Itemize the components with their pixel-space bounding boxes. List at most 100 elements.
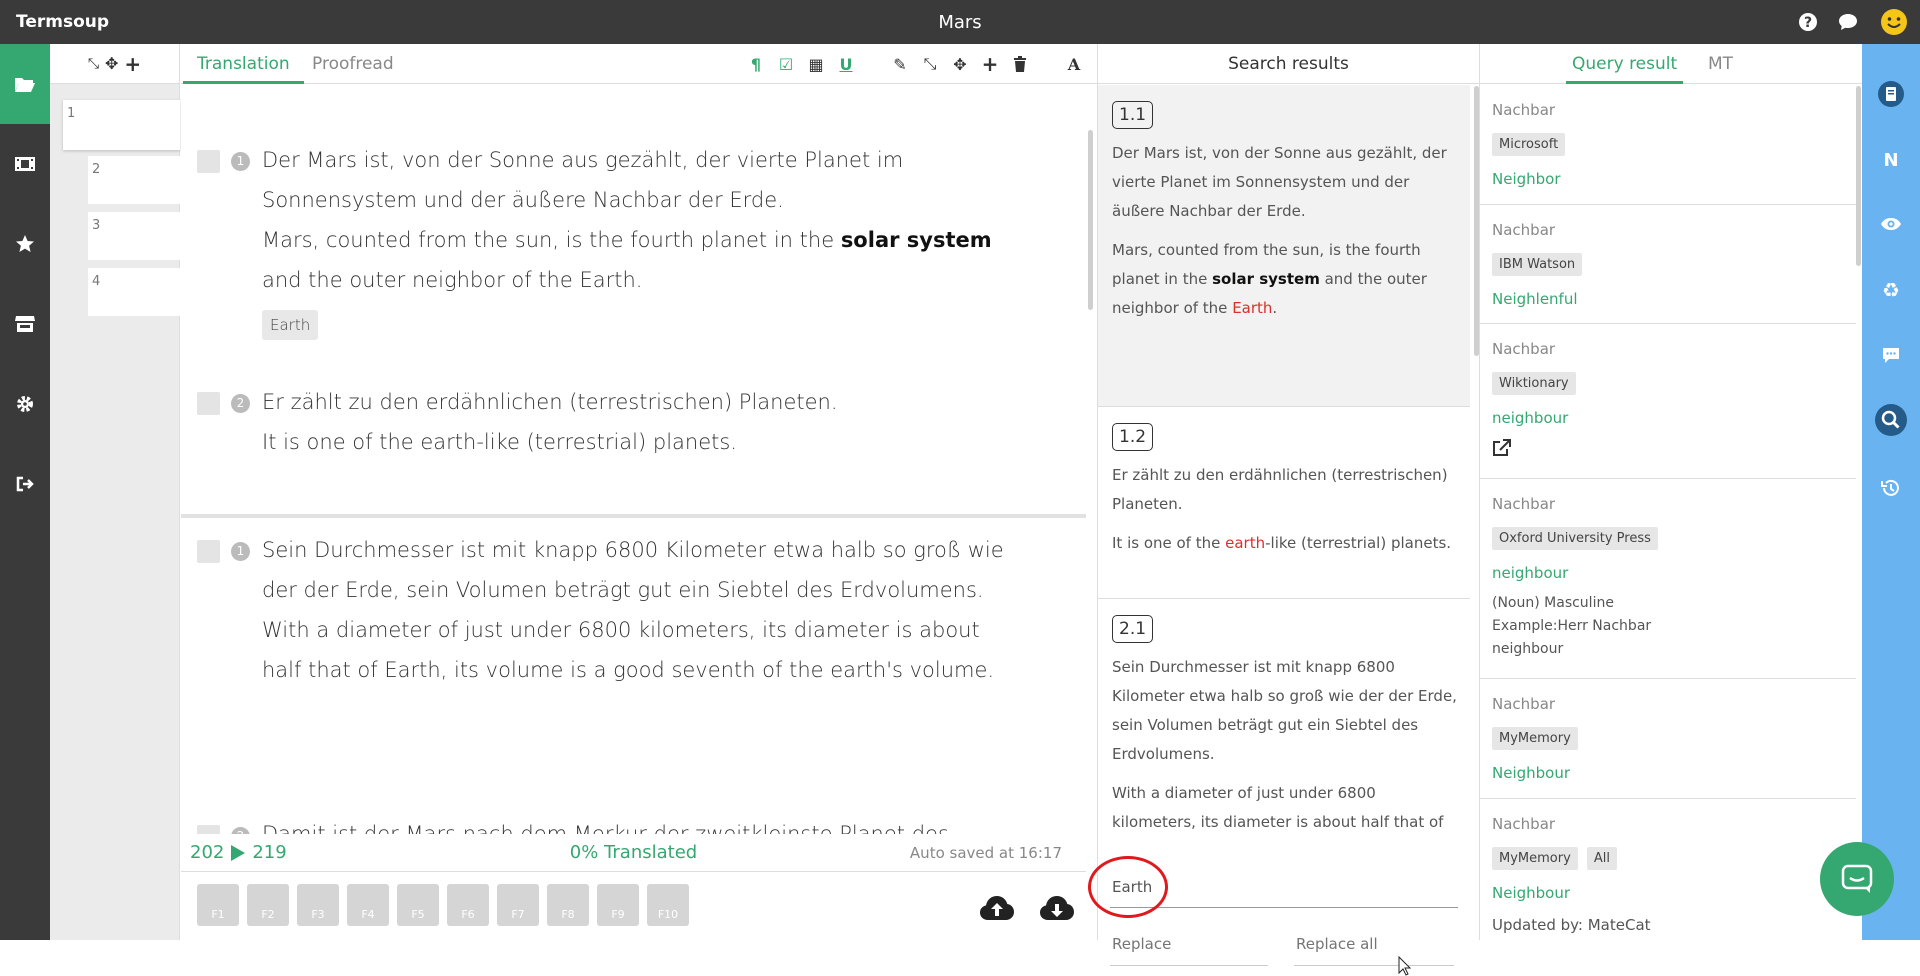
f6-button[interactable]: F6 bbox=[447, 884, 489, 926]
f2-button[interactable]: F2 bbox=[247, 884, 289, 926]
editor-scrollbar[interactable] bbox=[1088, 130, 1093, 310]
f3-button[interactable]: F3 bbox=[297, 884, 339, 926]
help-icon[interactable]: ? bbox=[1796, 10, 1820, 34]
replace-all-input[interactable] bbox=[1294, 922, 1454, 966]
segment-checkbox[interactable] bbox=[197, 392, 220, 415]
search-result[interactable]: 2.1 Sein Durchmesser ist mit knapp 6800 … bbox=[1098, 599, 1470, 852]
segment-checkbox[interactable] bbox=[197, 150, 220, 173]
segment-thumb[interactable]: 3 bbox=[88, 212, 180, 260]
compress-icon[interactable]: ⤡ bbox=[88, 56, 99, 72]
replace-input[interactable] bbox=[1110, 922, 1268, 966]
result-target-text: -like (terrestrial) planets. bbox=[1265, 534, 1452, 552]
match-highlight: Earth bbox=[1232, 299, 1273, 317]
search-results-scrollbar[interactable] bbox=[1474, 86, 1479, 356]
match-highlight: earth bbox=[1225, 534, 1266, 552]
editor-panel: Translation Proofread ¶ ☑ ▦ U ✎ ⤡ ✥ + A … bbox=[181, 44, 1097, 940]
segment-text[interactable]: Sein Durchmesser ist mit knapp 6800 Kilo… bbox=[262, 530, 1022, 690]
trash-icon[interactable] bbox=[1005, 56, 1035, 72]
segment-list-panel: ⤡ ✥ + 1 2 3 4 bbox=[50, 44, 180, 940]
segment-text[interactable]: Er zählt zu den erdähnlichen (terrestris… bbox=[262, 382, 1022, 462]
query-term: Nachbar bbox=[1492, 221, 1556, 239]
f7-button[interactable]: F7 bbox=[497, 884, 539, 926]
f9-button[interactable]: F9 bbox=[597, 884, 639, 926]
term-chip[interactable]: Earth bbox=[262, 310, 319, 340]
sign-out-icon[interactable] bbox=[0, 444, 50, 524]
notes-n-icon[interactable]: N bbox=[1862, 140, 1920, 180]
segment-number: 2 bbox=[231, 394, 250, 413]
recycle-icon[interactable]: ♻ bbox=[1862, 270, 1920, 310]
search-result[interactable]: 1.1 Der Mars ist, von der Sonne aus gezä… bbox=[1098, 85, 1470, 407]
query-note-line: Example:Herr Nachbar bbox=[1492, 618, 1652, 634]
target-line: half that of Earth, its volume is a good… bbox=[262, 658, 995, 682]
f1-button[interactable]: F1 bbox=[197, 884, 239, 926]
font-icon[interactable]: A bbox=[1059, 55, 1089, 74]
add-icon[interactable]: + bbox=[975, 52, 1005, 76]
tab-translation[interactable]: Translation bbox=[183, 44, 304, 84]
segment-text[interactable]: Der Mars ist, von der Sonne aus gezählt,… bbox=[262, 140, 1022, 340]
eye-icon[interactable] bbox=[1862, 204, 1920, 244]
mouse-cursor-icon bbox=[1398, 956, 1412, 976]
segment-thumb[interactable]: 1 bbox=[63, 100, 180, 150]
upload-cloud-icon[interactable] bbox=[979, 894, 1015, 926]
source-badge: MyMemory bbox=[1492, 847, 1578, 870]
query-result-item[interactable]: Nachbar MyMemory All Neighbour Updated b… bbox=[1480, 799, 1856, 940]
grid-icon[interactable]: ▦ bbox=[801, 55, 831, 74]
query-result-item[interactable]: Nachbar Microsoft Neighbor bbox=[1480, 85, 1856, 205]
query-result-item[interactable]: Nachbar IBM Watson Neighlenful bbox=[1480, 205, 1856, 324]
store-icon[interactable] bbox=[0, 284, 50, 364]
chat-bubble-icon[interactable] bbox=[1862, 336, 1920, 376]
compress-icon[interactable]: ⤡ bbox=[915, 54, 945, 74]
result-target: It is one of the earth-like (terrestrial… bbox=[1112, 529, 1458, 558]
source-line: Sonnensystem und der äußere Nachbar der … bbox=[262, 188, 784, 212]
term-highlight: solar system bbox=[840, 228, 992, 252]
target-line: Mars, counted from the sun, is the fourt… bbox=[262, 220, 1022, 260]
download-cloud-icon[interactable] bbox=[1039, 894, 1075, 926]
paragraph-icon[interactable]: ¶ bbox=[741, 55, 771, 74]
tab-mt[interactable]: MT bbox=[1702, 44, 1739, 84]
query-result-item[interactable]: Nachbar Oxford University Press neighbou… bbox=[1480, 479, 1856, 679]
editor-toolbar: ¶ ☑ ▦ U ✎ ⤡ ✥ + A bbox=[741, 44, 1089, 84]
check-square-icon[interactable]: ☑ bbox=[771, 55, 801, 74]
search-result[interactable]: 1.2 Er zählt zu den erdähnlichen (terres… bbox=[1098, 407, 1470, 599]
tab-query-result[interactable]: Query result bbox=[1566, 44, 1684, 84]
title-bar: Termsoup Mars ? bbox=[0, 0, 1920, 44]
f10-button[interactable]: F10 bbox=[647, 884, 689, 926]
target-text: Mars, counted from the sun, is the fourt… bbox=[262, 228, 841, 252]
query-term: Nachbar bbox=[1492, 101, 1556, 119]
tab-proofread[interactable]: Proofread bbox=[298, 44, 408, 84]
segment-list-toolbar: ⤡ ✥ + bbox=[50, 44, 179, 84]
segment-thumb[interactable]: 4 bbox=[88, 268, 180, 316]
query-result-item[interactable]: Nachbar MyMemory Neighbour bbox=[1480, 679, 1856, 799]
user-avatar-icon[interactable] bbox=[1880, 8, 1908, 36]
pencil-icon[interactable]: ✎ bbox=[885, 55, 915, 74]
segment-checkbox[interactable] bbox=[197, 540, 220, 563]
result-source: Der Mars ist, von der Sonne aus gezählt,… bbox=[1112, 144, 1447, 220]
source-badge: MyMemory bbox=[1492, 727, 1578, 750]
comments-icon[interactable] bbox=[1836, 10, 1860, 34]
glossary-book-icon[interactable] bbox=[1862, 74, 1920, 114]
chat-launcher-button[interactable] bbox=[1820, 842, 1894, 916]
segment-number: 1 bbox=[231, 542, 250, 561]
folder-open-icon[interactable] bbox=[0, 44, 50, 124]
external-link-icon[interactable] bbox=[1492, 439, 1844, 461]
settings-icon[interactable] bbox=[0, 364, 50, 444]
query-translation: Neighbor bbox=[1492, 170, 1561, 188]
query-result-item[interactable]: Nachbar Wiktionary neighbour bbox=[1480, 324, 1856, 479]
f5-button[interactable]: F5 bbox=[397, 884, 439, 926]
autosave-status: Auto saved at 16:17 bbox=[909, 844, 1062, 862]
query-translation: Neighlenful bbox=[1492, 290, 1578, 308]
segment-thumb[interactable]: 2 bbox=[88, 156, 180, 204]
query-scrollbar[interactable] bbox=[1856, 86, 1861, 266]
chat-icon bbox=[1841, 864, 1873, 893]
f4-button[interactable]: F4 bbox=[347, 884, 389, 926]
underline-icon[interactable]: U bbox=[831, 55, 861, 74]
search-icon[interactable] bbox=[1862, 400, 1920, 440]
star-icon[interactable] bbox=[0, 204, 50, 284]
move-icon[interactable]: ✥ bbox=[945, 55, 975, 74]
film-icon[interactable] bbox=[0, 124, 50, 204]
source-badge: Wiktionary bbox=[1492, 372, 1576, 395]
f8-button[interactable]: F8 bbox=[547, 884, 589, 926]
add-icon[interactable]: + bbox=[124, 52, 141, 76]
history-icon[interactable] bbox=[1862, 468, 1920, 508]
move-icon[interactable]: ✥ bbox=[105, 54, 118, 73]
